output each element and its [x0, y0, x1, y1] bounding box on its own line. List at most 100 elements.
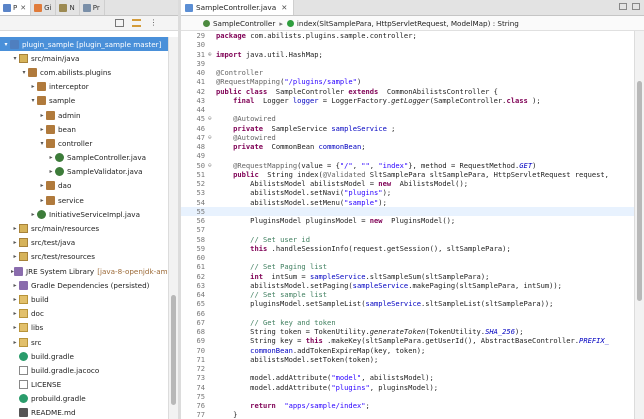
tree-item[interactable]: build.gradle.jacoco — [0, 363, 168, 377]
tree-item[interactable]: ▸ dao — [0, 179, 168, 193]
code-line[interactable]: 31 ⊕ import java.util.HashMap; — [181, 50, 634, 59]
chevron-right-icon[interactable]: ▸ — [47, 168, 55, 175]
minimize-icon[interactable] — [619, 3, 627, 10]
chevron-down-icon[interactable]: ▾ — [2, 41, 10, 48]
tree-item[interactable]: ▸ build — [0, 292, 168, 306]
code-line[interactable]: 44 — [181, 105, 634, 114]
tree-item[interactable]: ▸ src/test/java — [0, 236, 168, 250]
code-line[interactable]: 70 commonBean.addTokenExpireMap(key, tok… — [181, 346, 634, 355]
tree-item[interactable]: ▸ libs — [0, 321, 168, 335]
code-line[interactable]: 48 private CommonBean commonBean; — [181, 142, 634, 151]
chevron-right-icon[interactable]: ▸ — [38, 126, 46, 133]
view-tab-1[interactable]: Gi — [31, 0, 57, 15]
tree-item[interactable]: ▸ SampleController.java — [0, 151, 168, 165]
tab-samplecontroller[interactable]: SampleController.java ✕ — [181, 0, 295, 15]
view-menu-icon[interactable]: ⋮ — [149, 19, 158, 27]
chevron-right-icon[interactable]: ▸ — [47, 154, 55, 161]
chevron-right-icon[interactable]: ▸ — [11, 225, 19, 232]
code-editor[interactable]: 29 package com.abilists.plugins.sample.co… — [181, 31, 634, 419]
code-line[interactable]: 39 — [181, 59, 634, 68]
tree-item[interactable]: ▸ SampleValidator.java — [0, 165, 168, 179]
code-line[interactable]: 62 int intSum = sampleService.sltSampleS… — [181, 272, 634, 281]
code-line[interactable]: 60 — [181, 253, 634, 262]
code-line[interactable]: 40 @Controller — [181, 68, 634, 77]
code-line[interactable]: 29 package com.abilists.plugins.sample.co… — [181, 31, 634, 40]
code-line[interactable]: 75 — [181, 392, 634, 401]
code-line[interactable]: 47 ⊖ @Autowired — [181, 133, 634, 142]
chevron-right-icon[interactable]: ▸ — [29, 211, 37, 218]
chevron-down-icon[interactable]: ▾ — [38, 140, 46, 147]
code-line[interactable]: 42 public class SampleController extends … — [181, 87, 634, 96]
tree-item[interactable]: ▾ src/main/java — [0, 51, 168, 65]
code-line[interactable]: 71 abilistsModel.setToken(token); — [181, 355, 634, 364]
code-line[interactable]: 49 — [181, 151, 634, 160]
chevron-right-icon[interactable]: ▸ — [38, 197, 46, 204]
tree-item[interactable]: probuild.gradle — [0, 392, 168, 406]
code-line[interactable]: 52 AbilistsModel abilistsModel = new Abi… — [181, 179, 634, 188]
tree-item[interactable]: README.md — [0, 406, 168, 419]
code-line[interactable]: 65 pluginsModel.setSampleList(sampleServ… — [181, 299, 634, 308]
view-tab-2[interactable]: N — [56, 0, 80, 15]
tree-item[interactable]: ▸ service — [0, 193, 168, 207]
code-line[interactable]: 66 — [181, 309, 634, 318]
tree-item[interactable]: LICENSE — [0, 378, 168, 392]
chevron-right-icon[interactable]: ▸ — [29, 83, 37, 90]
code-line[interactable]: 51 public String index(@Validated SltSam… — [181, 170, 634, 179]
code-line[interactable]: 58 // Set user id — [181, 235, 634, 244]
chevron-down-icon[interactable]: ▾ — [29, 97, 37, 104]
tree-item[interactable]: ▸ src/test/resources — [0, 250, 168, 264]
code-line[interactable]: 61 // Set Paging list — [181, 262, 634, 271]
code-line[interactable]: 73 model.addAttribute("model", abilistsM… — [181, 373, 634, 382]
code-line[interactable]: 54 abilistsModel.setMenu("sample"); — [181, 198, 634, 207]
tree-item[interactable]: ▸ admin — [0, 108, 168, 122]
tree-item[interactable]: ▸ src/main/resources — [0, 221, 168, 235]
tree-item[interactable]: ▸ InitiativeServiceImpl.java — [0, 207, 168, 221]
code-line[interactable]: 30 — [181, 40, 634, 49]
tree-item[interactable]: ▸ bean — [0, 122, 168, 136]
code-line[interactable]: 43 final Logger logger = LoggerFactory.g… — [181, 96, 634, 105]
code-line[interactable]: 68 String token = TokenUtility.generateT… — [181, 327, 634, 336]
tree-scrollbar[interactable] — [168, 37, 178, 419]
tree-scrollbar-thumb[interactable] — [171, 295, 176, 405]
code-line[interactable]: 55 — [181, 206, 634, 216]
collapse-all-icon[interactable] — [115, 19, 124, 27]
code-line[interactable]: 50 ⊖ @RequestMapping(value = {"/", "", "i… — [181, 161, 634, 170]
editor-scrollbar[interactable] — [634, 31, 644, 419]
tree-item[interactable]: ▾ controller — [0, 136, 168, 150]
chevron-right-icon[interactable]: ▸ — [11, 339, 19, 346]
code-line[interactable]: 59 this .handleSessionInfo(request.getSe… — [181, 244, 634, 253]
tree-item[interactable]: ▸ interceptor — [0, 80, 168, 94]
maximize-icon[interactable] — [632, 3, 640, 10]
code-line[interactable]: 57 — [181, 225, 634, 234]
tree-item[interactable]: ▾ sample — [0, 94, 168, 108]
code-line[interactable]: 63 abilistsModel.setPaging(sampleService… — [181, 281, 634, 290]
chevron-right-icon[interactable]: ▸ — [11, 239, 19, 246]
chevron-right-icon[interactable]: ▸ — [38, 182, 46, 189]
tree-item[interactable]: ▸JRE System Library[java-8-openjdk-amd64… — [0, 264, 168, 278]
code-line[interactable]: 46 private SampleService sampleService ; — [181, 124, 634, 133]
code-line[interactable]: 76 return "apps/sample/index"; — [181, 401, 634, 410]
tree-item[interactable]: ▾ com.abilists.plugins — [0, 65, 168, 79]
chevron-down-icon[interactable]: ▾ — [11, 55, 19, 62]
close-icon[interactable]: ✕ — [281, 3, 287, 12]
tree-item[interactable]: ▸ src — [0, 335, 168, 349]
code-line[interactable]: 56 PluginsModel pluginsModel = new Plugi… — [181, 216, 634, 225]
chevron-right-icon[interactable]: ▸ — [38, 112, 46, 119]
code-line[interactable]: 74 model.addAttribute("plugins", plugins… — [181, 383, 634, 392]
breadcrumb-class[interactable]: SampleController — [213, 19, 275, 28]
link-with-editor-icon[interactable] — [132, 19, 141, 27]
tree-item[interactable]: ▸ doc — [0, 307, 168, 321]
chevron-down-icon[interactable]: ▾ — [20, 69, 28, 76]
code-line[interactable]: 77 } — [181, 410, 634, 419]
chevron-right-icon[interactable]: ▸ — [11, 296, 19, 303]
tree-item[interactable]: build.gradle — [0, 349, 168, 363]
chevron-right-icon[interactable]: ▸ — [11, 282, 19, 289]
editor-scrollbar-thumb[interactable] — [637, 81, 642, 301]
tree-item[interactable]: ▾ plugin_sample [plugin_sample master] — [0, 37, 168, 52]
chevron-right-icon[interactable]: ▸ — [11, 253, 19, 260]
code-line[interactable]: 53 abilistsModel.setNavi("plugins"); — [181, 188, 634, 197]
code-line[interactable]: 72 — [181, 364, 634, 373]
tree-item[interactable]: ▸ Gradle Dependencies (persisted) — [0, 278, 168, 292]
code-line[interactable]: 64 // Set sample list — [181, 290, 634, 299]
chevron-right-icon[interactable]: ▸ — [11, 324, 19, 331]
